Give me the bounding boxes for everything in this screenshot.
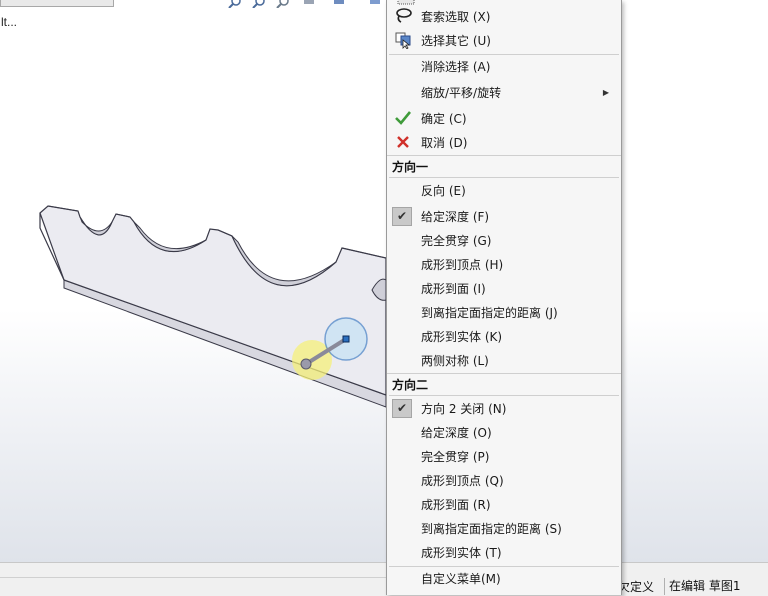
menu-item-blind-d2[interactable]: 给定深度 (O) — [387, 422, 621, 444]
status-sketch-state: 欠定义 — [618, 580, 655, 594]
section-header-direction1: 方向一 — [392, 160, 429, 174]
status-editing: 在编辑 草图1 — [664, 578, 744, 595]
menu-item-lasso-select[interactable]: 套索选取 (X) — [387, 6, 621, 28]
status-bar-divider — [0, 577, 386, 578]
menu-item-zoom-pan-rotate[interactable]: 缩放/平移/旋转 ▶ — [387, 82, 621, 104]
part-top-face — [39, 205, 387, 396]
lasso-select-icon — [392, 7, 414, 27]
menu-separator — [387, 373, 621, 374]
menu-item-up-to-surface-d2[interactable]: 成形到面 (R) — [387, 494, 621, 516]
checkmark-icon — [392, 109, 414, 129]
menu-item-through-all-d1[interactable]: 完全贯穿 (G) — [387, 230, 621, 252]
menu-separator — [387, 155, 621, 156]
graphics-area-right[interactable] — [622, 0, 768, 562]
menu-item-reverse[interactable]: 反向 (E) — [387, 180, 621, 202]
menu-separator — [389, 566, 619, 567]
context-menu: 套索选取 (X) 选择其它 (U) 消除选择 (A) 缩放/平移/旋转 ▶ 确定… — [386, 0, 622, 595]
menu-item-up-to-vertex-d2[interactable]: 成形到顶点 (Q) — [387, 470, 621, 492]
menu-item-cancel[interactable]: 取消 (D) — [387, 132, 621, 154]
menu-item-customize-menu[interactable]: 自定义菜单(M) — [387, 568, 621, 590]
menu-separator — [389, 54, 619, 55]
menu-item-up-to-vertex-d1[interactable]: 成形到顶点 (H) — [387, 254, 621, 276]
menu-item-select-other[interactable]: 选择其它 (U) — [387, 30, 621, 52]
check-icon: ✔ — [392, 399, 412, 418]
menu-item-blind-d1[interactable]: ✔ 给定深度 (F) — [387, 206, 621, 228]
menu-item-offset-from-surface-d1[interactable]: 到离指定面指定的距离 (J) — [387, 302, 621, 324]
menu-separator — [389, 395, 619, 396]
menu-separator — [389, 177, 619, 178]
menu-item-offset-from-surface-d2[interactable]: 到离指定面指定的距离 (S) — [387, 518, 621, 540]
handle-end-grip — [342, 335, 350, 343]
menu-item-clear-selection[interactable]: 消除选择 (A) — [387, 56, 621, 78]
check-icon: ✔ — [392, 207, 412, 226]
menu-item-mid-plane[interactable]: 两侧对称 (L) — [387, 350, 621, 372]
menu-item-up-to-surface-d1[interactable]: 成形到面 (I) — [387, 278, 621, 300]
menu-item-direction2-off[interactable]: ✔ 方向 2 关闭 (N) — [387, 398, 621, 420]
select-other-icon — [392, 31, 414, 51]
menu-item-up-to-body-d1[interactable]: 成形到实体 (K) — [387, 326, 621, 348]
menu-item-up-to-body-d2[interactable]: 成形到实体 (T) — [387, 542, 621, 564]
handle-base-point — [300, 358, 312, 370]
cancel-x-icon — [392, 133, 414, 153]
menu-item-through-all-d2[interactable]: 完全贯穿 (P) — [387, 446, 621, 468]
menu-item-ok[interactable]: 确定 (C) — [387, 108, 621, 130]
submenu-arrow-icon: ▶ — [602, 88, 609, 97]
part-model[interactable] — [0, 0, 390, 562]
section-header-direction2: 方向二 — [392, 378, 429, 392]
